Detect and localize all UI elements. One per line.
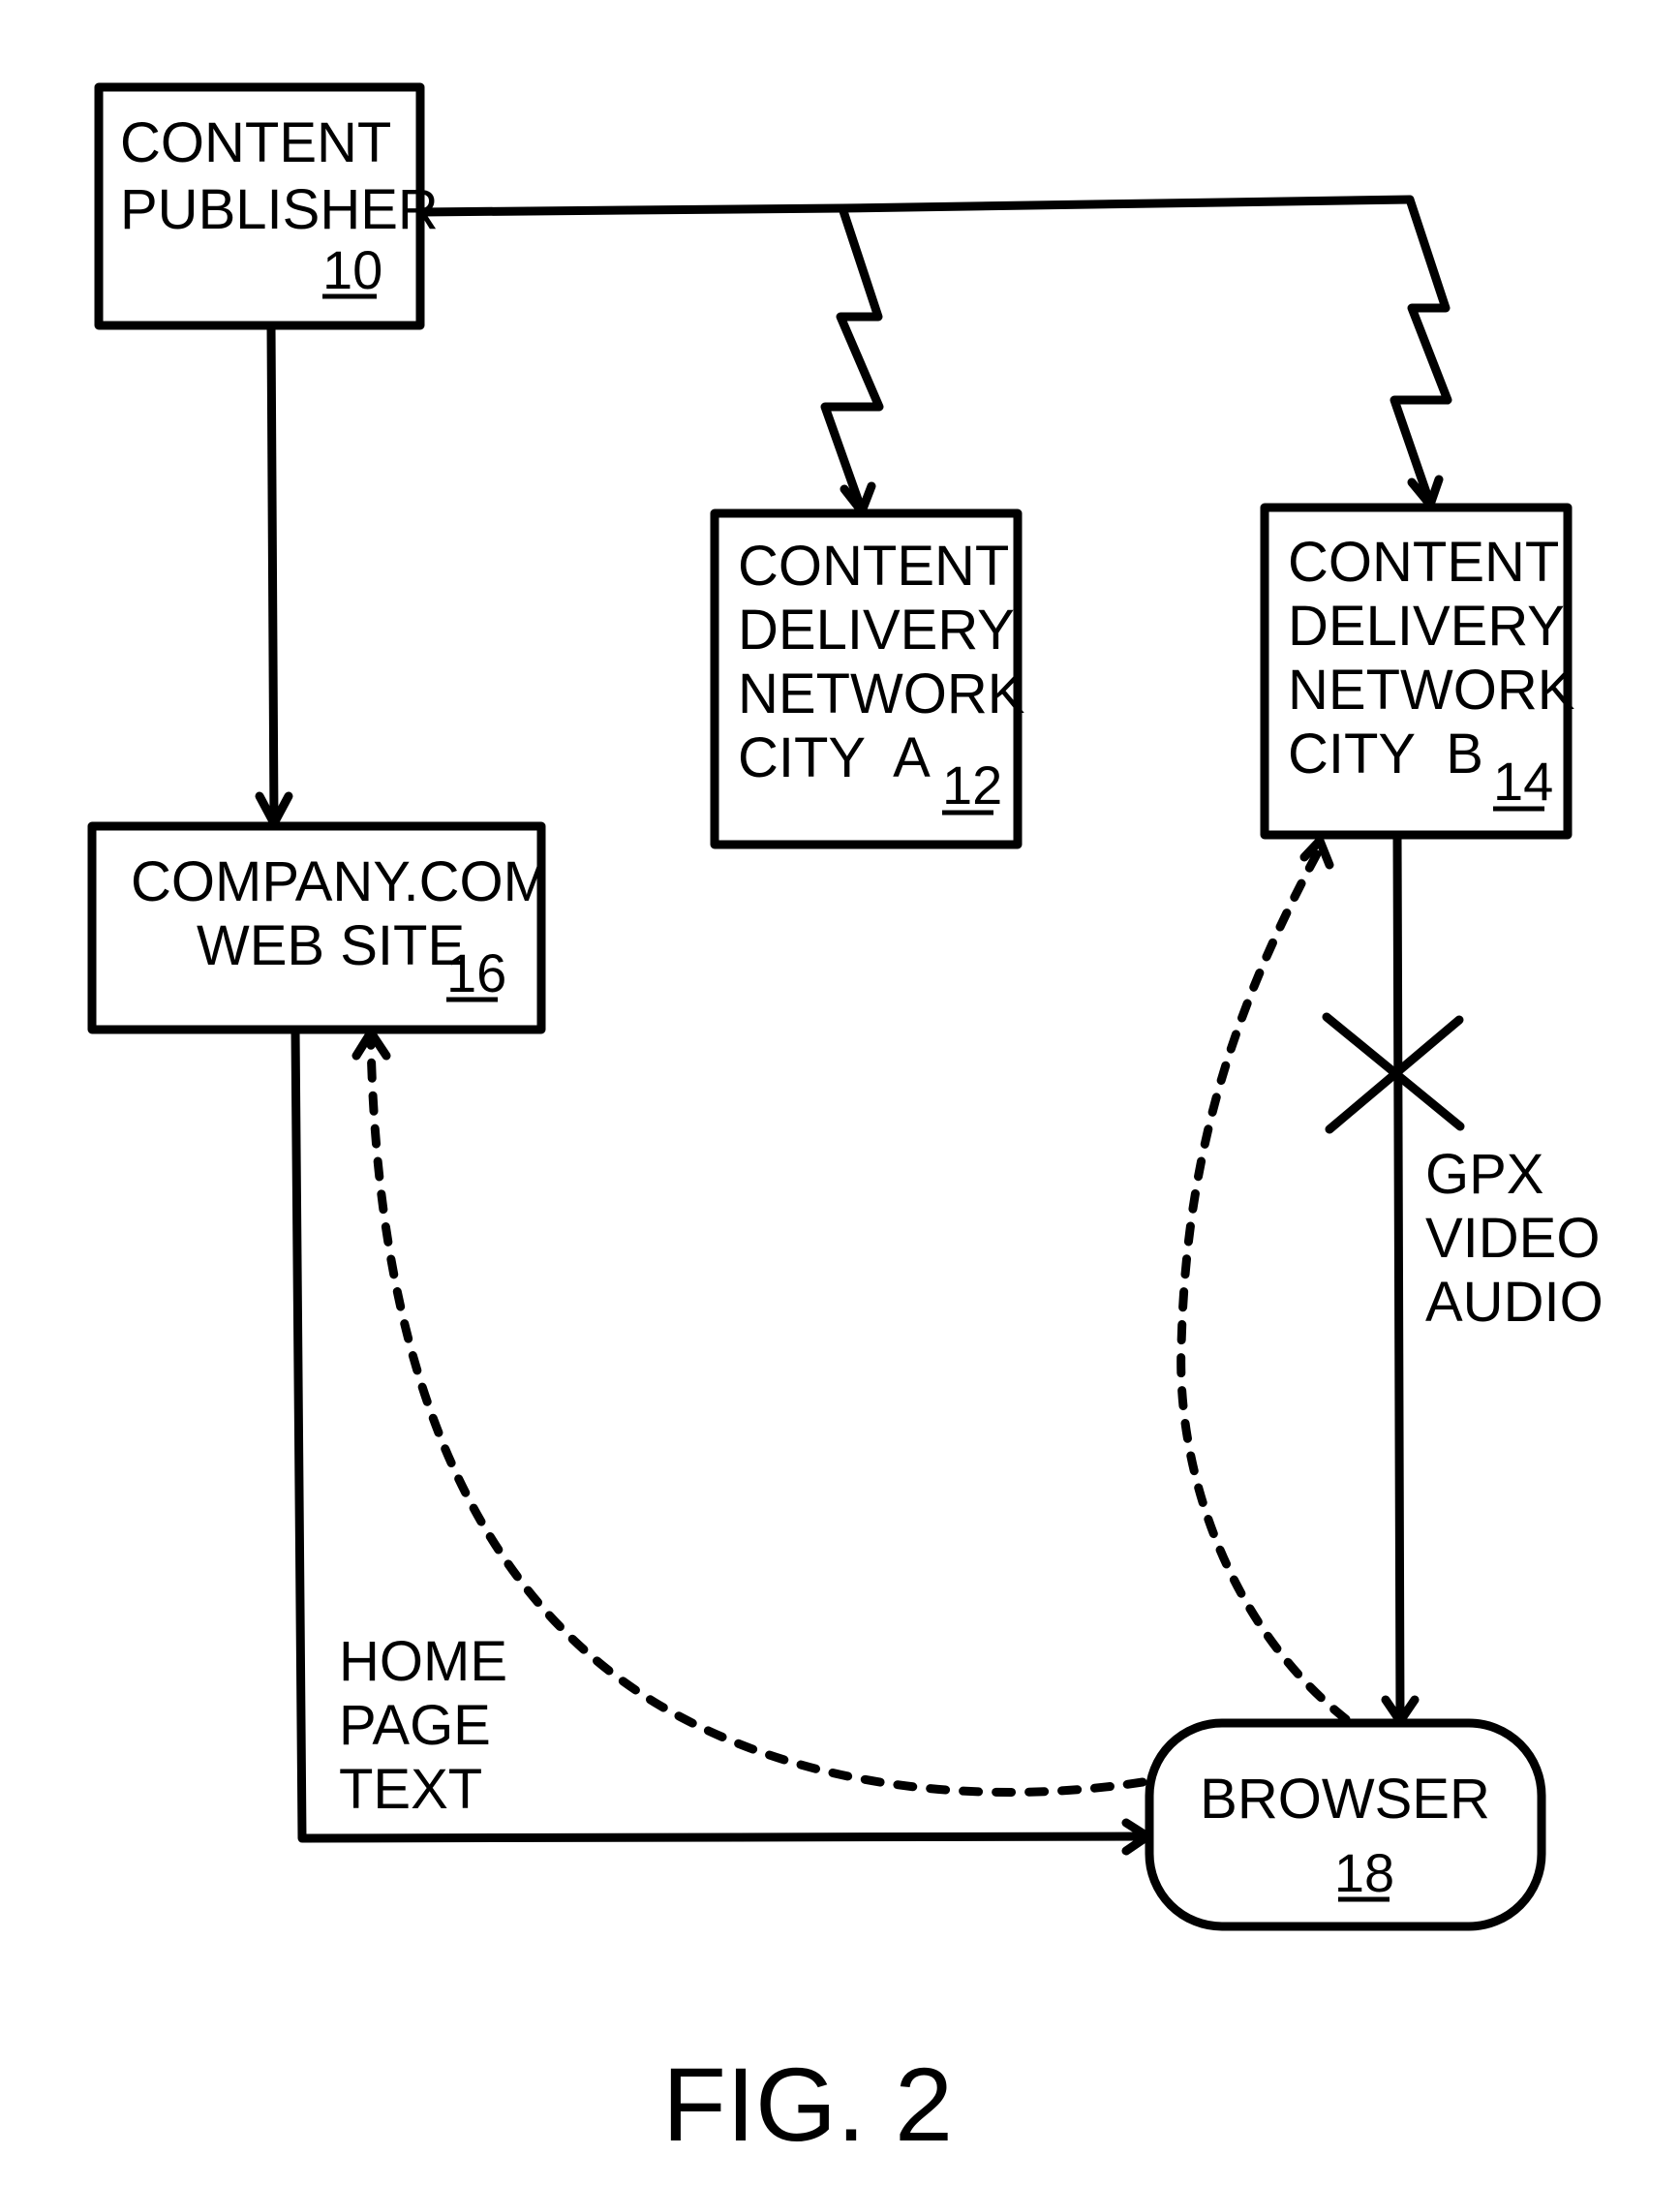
- node-cdn-city-b: CONTENT DELIVERY NETWORK CITY B 14: [1260, 503, 1575, 840]
- browser-ref: 18: [1334, 1842, 1394, 1903]
- publisher-website-line: [266, 321, 279, 826]
- browser-cdn-b-dashed: [1176, 846, 1351, 1724]
- cdn-city-b-line-4: CITY B: [1288, 723, 1483, 785]
- cdn-city-b-line-1: CONTENT: [1288, 531, 1559, 594]
- node-cdn-city-a: CONTENT DELIVERY NETWORK CITY A 12: [710, 508, 1025, 849]
- cdn-city-a-line-2: DELIVERY: [738, 599, 1015, 662]
- node-content-publisher: CONTENT PUBLISHER 10: [94, 82, 439, 330]
- edge-label-home: HOME: [339, 1630, 507, 1693]
- cdn-city-b-line-2: DELIVERY: [1288, 595, 1565, 658]
- cdn-city-b-line-3: NETWORK: [1288, 659, 1575, 722]
- content-publisher-ref: 10: [322, 239, 382, 300]
- figure-caption: FIG. 2: [662, 2046, 953, 2163]
- browser-label: BROWSER: [1200, 1768, 1490, 1831]
- edge-publisher-to-cdn-b: [1390, 195, 1452, 509]
- diagram-canvas: CONTENT PUBLISHER 10 CONTENT DELIVERY NE…: [87, 82, 1604, 2163]
- cdn-city-a-line-4: CITY A: [738, 726, 931, 789]
- edge-browser-to-cdn-b: [1176, 836, 1351, 1724]
- content-publisher-line-1: CONTENT: [120, 111, 391, 174]
- company-website-line-1: COMPANY.COM: [131, 850, 550, 913]
- edge-publisher-to-cdn-a: [820, 203, 884, 516]
- lightning-link-b: [1390, 195, 1452, 508]
- edge-label-page: PAGE: [339, 1694, 491, 1757]
- content-publisher-line-2: PUBLISHER: [120, 178, 439, 241]
- edge-label-video: VIDEO: [1425, 1207, 1601, 1270]
- lightning-link-a: [820, 203, 884, 515]
- edge-label-audio: AUDIO: [1425, 1271, 1604, 1334]
- cdn-city-a-line-3: NETWORK: [738, 662, 1025, 725]
- label-gpx-video-audio: GPX VIDEO AUDIO: [1425, 1143, 1604, 1334]
- cdn-city-b-ref: 14: [1493, 751, 1553, 812]
- cdn-city-a-ref: 12: [942, 754, 1002, 816]
- node-company-website: COMPANY.COM WEB SITE 16: [87, 821, 550, 1034]
- edge-publisher-to-website: [255, 321, 293, 828]
- cdn-b-browser-line: [1392, 830, 1405, 1724]
- publisher-distribution-line: [415, 195, 1415, 217]
- cdn-city-a-line-1: CONTENT: [738, 535, 1009, 598]
- edge-label-gpx: GPX: [1425, 1143, 1544, 1206]
- company-website-line-2: WEB SITE: [197, 914, 465, 977]
- node-browser: BROWSER 18: [1145, 1718, 1546, 1931]
- label-home-page-text: HOME PAGE TEXT: [339, 1630, 507, 1821]
- edge-label-text: TEXT: [339, 1758, 482, 1821]
- company-website-ref: 16: [446, 942, 506, 1003]
